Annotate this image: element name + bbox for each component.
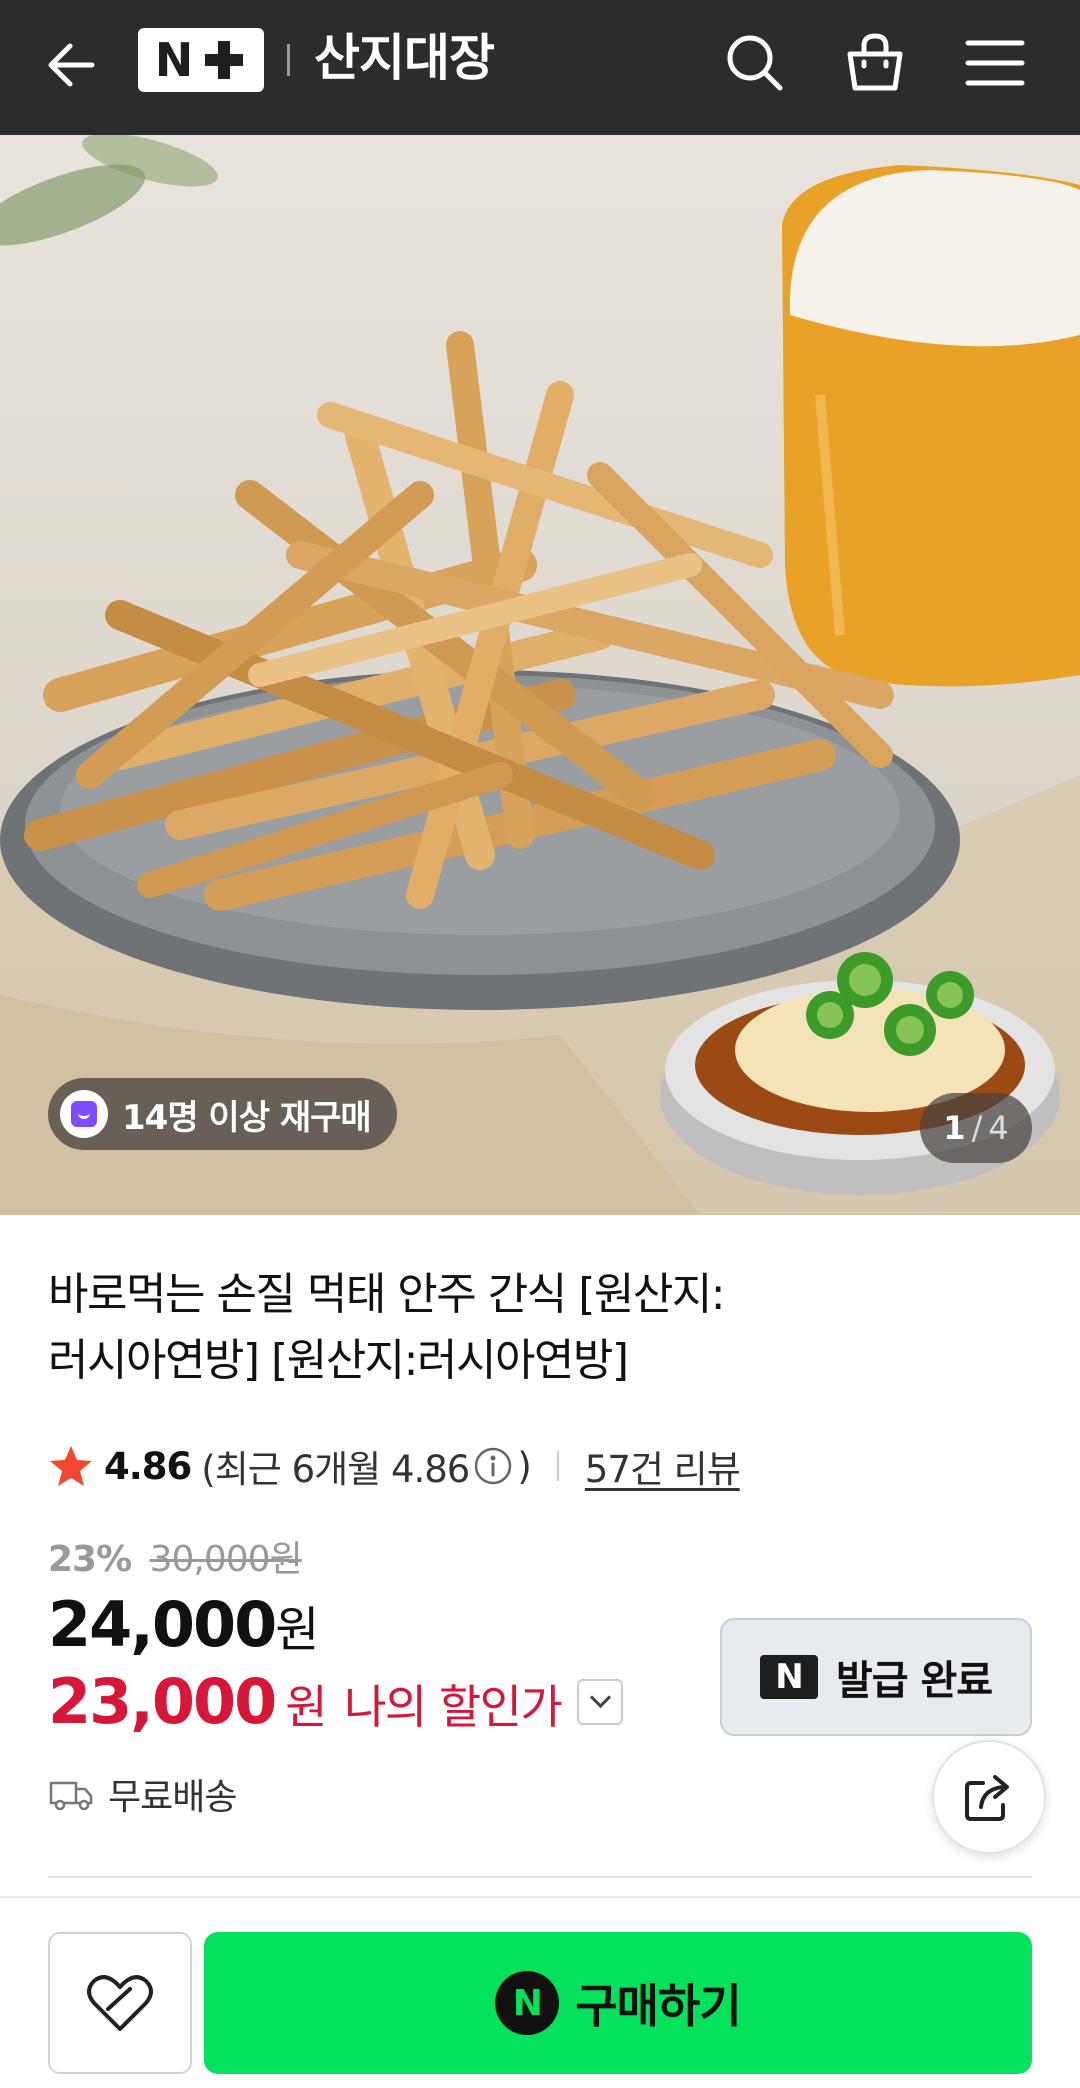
logo-n: N [154,33,194,87]
header-divider [287,44,290,76]
image-counter-sep: / [971,1109,983,1147]
search-icon[interactable] [720,28,790,98]
top-header: N 산지대장 [0,0,1080,135]
star-icon [50,1446,92,1486]
image-counter-current: 1 [943,1109,966,1147]
store-name[interactable]: 산지대장 [314,22,495,94]
truck-icon [49,1781,93,1811]
recent-rating-close: ) [517,1444,531,1488]
wishlist-button[interactable] [48,1932,192,2074]
review-link[interactable]: 57건 리뷰 [585,1439,741,1493]
shipping-text: 무료배송 [108,1777,237,1818]
image-counter: 1 / 4 [920,1093,1032,1163]
plus-icon [201,37,247,83]
product-photo-illustration [0,135,1080,1215]
repurchase-badge: 14명 이상 재구매 [48,1078,397,1150]
back-arrow-icon[interactable] [40,30,110,100]
recent-rating-text: (최근 6개월 4.86 [201,1448,470,1491]
product-title-line2: 러시아연방] [원산지:러시아연방] [48,1335,629,1386]
shopping-bag-icon[interactable] [840,28,910,98]
my-price-label: 나의 할인가 [344,1680,563,1734]
my-price-unit: 원 [285,1680,327,1734]
shipping-info: 무료배송 [48,1768,237,1820]
product-title: 바로먹는 손질 먹태 안주 간식 [원산지: 러시아연방] [원산지:러시아연방… [48,1262,848,1394]
recent-rating: (최근 6개월 4.86 ) [201,1439,532,1493]
sale-price-unit: 원 [275,1602,320,1658]
chevron-down-icon[interactable] [577,1678,624,1725]
section-divider [48,1876,1032,1878]
menu-icon[interactable] [960,28,1030,98]
original-price-row: 23% 30,000원 [48,1530,303,1582]
info-icon[interactable] [473,1446,513,1486]
bottom-action-bar: N 구매하기 [0,1896,1080,2088]
buy-button[interactable]: N 구매하기 [204,1932,1032,2074]
product-image[interactable]: 14명 이상 재구매 1 / 4 [0,135,1080,1215]
naver-pay-icon: N [495,1971,560,2035]
share-button[interactable] [932,1740,1046,1854]
discount-percent: 23% [48,1539,132,1580]
heart-icon [87,1975,153,2031]
product-title-line1: 바로먹는 손질 먹태 안주 간식 [원산지: [48,1269,726,1320]
my-discount-price[interactable]: 23,000 원 나의 할인가 [48,1665,624,1738]
repurchase-text: 14명 이상 재구매 [122,1097,372,1138]
rating-separator [556,1451,559,1481]
naver-n-icon: N [759,1655,818,1699]
naver-plus-logo[interactable]: N [138,28,264,92]
share-icon [965,1775,1009,1821]
rating-value: 4.86 [104,1444,192,1488]
sale-price-number: 24,000 [48,1588,277,1661]
sale-price: 24,000원 [48,1588,319,1661]
rating-row: 4.86 (최근 6개월 4.86 ) 57건 리뷰 [48,1438,741,1494]
coupon-issued-button[interactable]: N 발급 완료 [720,1618,1032,1736]
buy-label: 구매하기 [575,1979,741,2033]
coupon-label: 발급 완료 [835,1658,993,1704]
image-counter-total: 4 [988,1109,1009,1147]
bag-badge-icon [60,1090,108,1138]
my-price-number: 23,000 [48,1665,277,1738]
original-price: 30,000원 [149,1539,303,1580]
